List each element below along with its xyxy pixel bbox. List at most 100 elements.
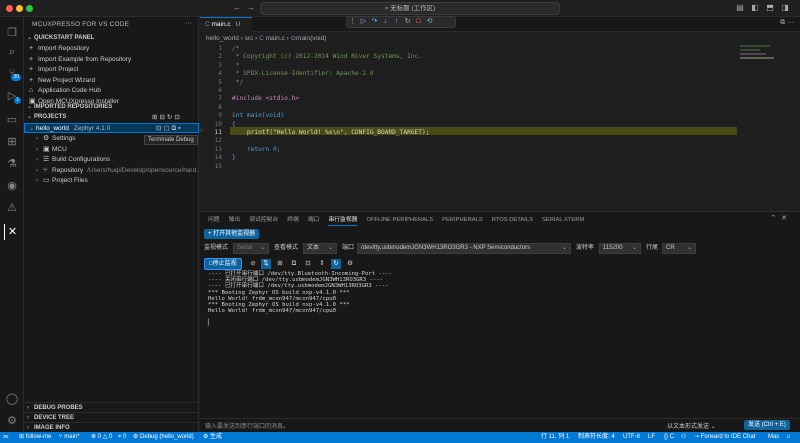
tab-size[interactable]: 制表符长度: 4 bbox=[578, 432, 615, 443]
extensions-icon[interactable]: ⊞ bbox=[4, 134, 20, 150]
platform-status[interactable]: Mac bbox=[768, 432, 779, 443]
forward-to-ide-chat[interactable]: ⇢ Forward to IDE Chat bbox=[694, 432, 755, 443]
back-arrow-icon[interactable]: ← bbox=[232, 3, 242, 13]
settings-gear-icon[interactable]: ⚙ bbox=[4, 413, 20, 429]
more-actions-icon[interactable]: ··· bbox=[185, 20, 192, 27]
maximize-window-button[interactable] bbox=[26, 5, 33, 12]
panel-tab[interactable]: 调试控制台 bbox=[249, 215, 278, 225]
tab-main-c[interactable]: C main.c U bbox=[200, 17, 252, 32]
panel-tab[interactable]: OFFLINE PERIPHERALS bbox=[366, 215, 433, 225]
quickstart-item[interactable]: + New Project Wizard bbox=[24, 76, 199, 86]
remote-indicator-icon[interactable]: ⫘ bbox=[3, 432, 8, 443]
language-mode[interactable]: {} C bbox=[664, 432, 674, 443]
project-child-item[interactable]: › ⑂ Repository/Users/huqi/Develop/opensour… bbox=[24, 166, 199, 176]
save-log-icon[interactable]: ⊡ bbox=[303, 259, 313, 269]
account-icon[interactable]: ◯ bbox=[4, 391, 20, 407]
toggle-sidebar-icon[interactable]: ◧ bbox=[750, 3, 760, 13]
quickstart-section-header[interactable]: ⌄ QUICKSTART PANEL bbox=[24, 33, 199, 43]
monitor-settings-icon[interactable]: ⚙ bbox=[345, 259, 355, 269]
workspace-status[interactable]: ⊞ follow-me bbox=[19, 432, 51, 443]
quickstart-item[interactable]: ⌂ Application Code Hub bbox=[24, 86, 199, 96]
custom-step-icon[interactable]: ⟲ bbox=[424, 17, 435, 27]
step-out-icon[interactable]: ↑ bbox=[391, 17, 402, 27]
send-message-input[interactable]: 输入要发送到串行端口的消息。 bbox=[205, 421, 289, 430]
step-over-icon[interactable]: ↷ bbox=[369, 17, 380, 27]
baud-rate-select[interactable]: 115200 ⌄ bbox=[599, 243, 641, 254]
remote-explorer-icon[interactable]: ▭ bbox=[4, 112, 20, 128]
toggle-secondary-sidebar-icon[interactable]: ◨ bbox=[780, 3, 790, 13]
quickstart-item[interactable]: + Import Repository bbox=[24, 44, 199, 54]
panel-tab[interactable]: 终端 bbox=[287, 215, 299, 225]
debug-status[interactable]: ⚙ Debug (hello_world) bbox=[133, 432, 194, 443]
stop-monitor-button[interactable]: □停止监视 bbox=[204, 258, 242, 270]
panel-maximize-close-icons[interactable]: ⌃✕ bbox=[770, 214, 792, 222]
forward-arrow-icon[interactable]: → bbox=[246, 3, 256, 13]
step-into-icon[interactable]: ↓ bbox=[380, 17, 391, 27]
git-graph-icon[interactable]: ⚠ bbox=[4, 200, 20, 216]
restart-icon[interactable]: ↻ bbox=[402, 17, 413, 27]
search-icon[interactable]: ⌕ bbox=[4, 44, 20, 60]
toggle-hex-icon[interactable]: ⊞ bbox=[275, 259, 285, 269]
panel-tab[interactable]: PERIPHERALS bbox=[442, 215, 483, 225]
projects-toolbar-icons[interactable]: ⊞⊟↻⊡ bbox=[152, 113, 182, 121]
command-center-search[interactable]: ⌕ 无标题 (工作区) bbox=[260, 2, 560, 15]
drag-handle-icon[interactable]: ⋮ bbox=[347, 17, 358, 27]
ports-status[interactable]: ⌖ 0 bbox=[118, 432, 126, 443]
notifications-bell-icon[interactable]: ♫ bbox=[786, 432, 791, 443]
auto-scroll-icon[interactable]: ↻ bbox=[331, 259, 341, 269]
close-window-button[interactable] bbox=[6, 5, 13, 12]
breadcrumb-file[interactable]: main.c bbox=[266, 35, 285, 42]
panel-tab[interactable]: 串行监视器 bbox=[328, 215, 358, 226]
stop-icon[interactable]: □ bbox=[413, 17, 424, 27]
eol[interactable]: LF bbox=[648, 432, 655, 443]
cursor-position[interactable]: 行 11, 列 1 bbox=[541, 432, 569, 443]
port-select[interactable]: /dev/tty.usbmodemJGN3WH13RO3GR3 - NXP Se… bbox=[357, 243, 571, 254]
breadcrumb-project[interactable]: hello_world bbox=[206, 35, 239, 42]
clear-output-icon[interactable]: ⊘ bbox=[248, 259, 258, 269]
problems-status[interactable]: ⊗ 0 △ 0 bbox=[91, 432, 112, 443]
quickstart-item[interactable]: + Import Project bbox=[24, 65, 199, 75]
send-button[interactable]: 发送 (Ctrl + E) bbox=[744, 420, 790, 430]
source-control-icon[interactable]: ⑂ 30 bbox=[4, 65, 21, 81]
build-status[interactable]: ⚙ 生成 bbox=[203, 432, 222, 443]
toggle-panel-icon[interactable]: ⬒ bbox=[765, 3, 775, 13]
continue-icon[interactable]: ▷ bbox=[358, 17, 369, 27]
code-editor[interactable]: ◌ 1/* 2 * Copyright (c) 2012-2014 Wind Ri… bbox=[200, 43, 800, 211]
debug-probes-section-header[interactable]: › DEBUG PROBES bbox=[24, 402, 199, 412]
git-branch-status[interactable]: ⑂ main* bbox=[59, 432, 80, 443]
copilot-icon[interactable]: ⚇ bbox=[681, 432, 686, 443]
copy-output-icon[interactable]: ⧉ bbox=[289, 259, 299, 269]
breadcrumb-symbol[interactable]: main(void) bbox=[296, 35, 326, 42]
breadcrumb-src[interactable]: src bbox=[245, 35, 254, 42]
serial-monitor-output[interactable]: ---- 已打开串行端口 /dev/tty.Bluetooth-Incoming… bbox=[208, 271, 768, 314]
layout-icon[interactable]: ▤ bbox=[735, 3, 745, 13]
panel-tab[interactable]: SERIAL XTERM bbox=[542, 215, 584, 225]
minimap[interactable] bbox=[740, 43, 788, 73]
project-child-item[interactable]: › ☰ Build Configurations bbox=[24, 155, 199, 165]
quickstart-item[interactable]: + Import Example from Repository bbox=[24, 55, 199, 65]
run-debug-icon[interactable]: ▷ 1 bbox=[4, 88, 21, 104]
scroll-lock-icon[interactable]: ⇕ bbox=[317, 259, 327, 269]
imported-repos-section-header[interactable]: ⌄ IMPORTED REPOSITORIES bbox=[24, 102, 199, 112]
panel-tab[interactable]: 问题 bbox=[208, 215, 220, 225]
view-mode-select[interactable]: 文本 ⌄ bbox=[303, 243, 337, 254]
panel-tab[interactable]: 输出 bbox=[229, 215, 241, 225]
panel-tab[interactable]: 端口 bbox=[308, 215, 320, 225]
project-child-item[interactable]: › ⚙ Settings bbox=[24, 134, 199, 144]
encoding[interactable]: UTF-8 bbox=[623, 432, 640, 443]
minimize-window-button[interactable] bbox=[16, 5, 23, 12]
project-item-hello-world[interactable]: ⌄ hello_world Zephyr 4.1.0 ⊡▢⧉▪ bbox=[24, 123, 199, 133]
mcuxpresso-icon[interactable]: ✕ bbox=[4, 224, 20, 240]
toggle-timestamp-icon[interactable]: ⇅ bbox=[261, 259, 271, 269]
testing-icon[interactable]: ⚗ bbox=[4, 156, 20, 172]
project-action-icons[interactable]: ⊡▢⧉▪ bbox=[156, 124, 183, 132]
image-info-section-header[interactable]: › IMAGE INFO bbox=[24, 422, 199, 432]
line-ending-select[interactable]: CR ⌄ bbox=[662, 243, 696, 254]
monitor-mode-select[interactable]: Serial ⌄ bbox=[233, 243, 269, 254]
editor-actions-icons[interactable]: ⧉ ··· bbox=[780, 19, 794, 27]
open-other-monitor-button[interactable]: + 打开其他监视器 bbox=[204, 229, 260, 239]
project-child-item[interactable]: › ▭ Project Files bbox=[24, 176, 199, 186]
device-tree-section-header[interactable]: › DEVICE TREE bbox=[24, 412, 199, 422]
project-child-item[interactable]: › ▣ MCU bbox=[24, 145, 199, 155]
send-as-text-select[interactable]: 以文本形式发送 ⌄ bbox=[667, 421, 716, 430]
